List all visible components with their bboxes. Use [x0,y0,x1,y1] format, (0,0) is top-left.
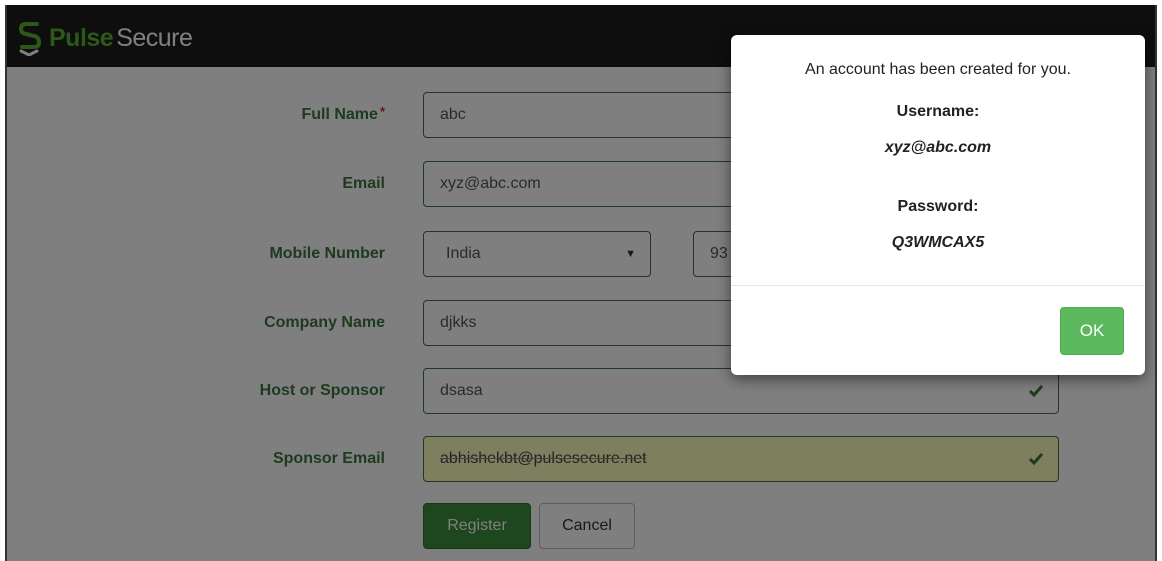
password-label: Password: [897,198,979,215]
dialog-message: An account has been created for you. [805,61,1071,78]
account-created-dialog: An account has been created for you. Use… [731,35,1145,375]
dialog-divider [731,285,1145,286]
username-label: Username: [896,103,980,120]
password-value: Q3WMCAX5 [891,234,985,251]
username-value: xyz@abc.com [884,139,992,156]
dialog-body: An account has been created for you. Use… [731,35,1145,285]
ok-button[interactable]: OK [1060,307,1124,355]
